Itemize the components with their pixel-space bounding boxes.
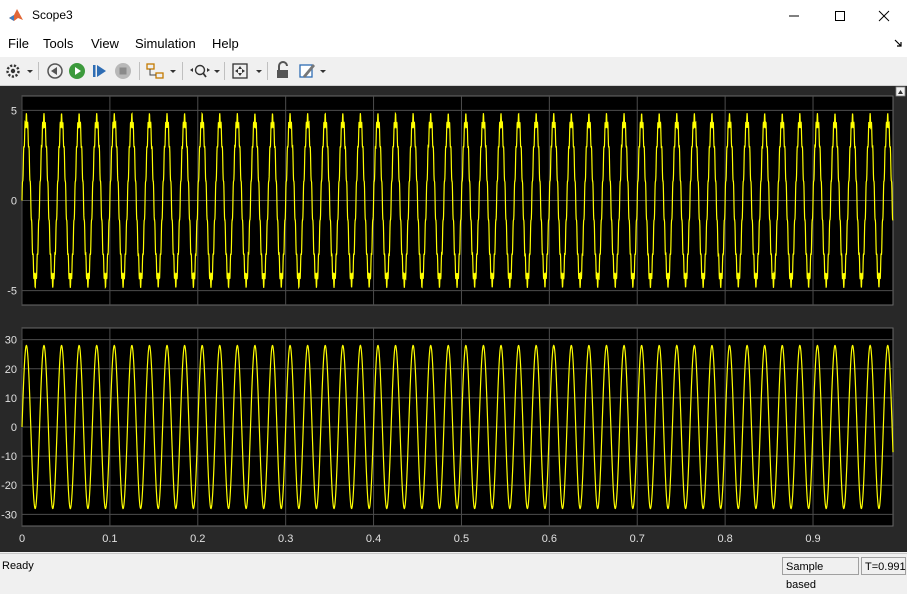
x-tick-label: 0.1 [102,533,117,545]
stop-button[interactable] [113,61,133,81]
scope-plots[interactable]: 50-53020100-10-20-300 0.1 0.2 0.3 0.4 0.5 0.6 0… [0,86,907,552]
menu-view[interactable]: View [91,36,119,51]
matlab-icon [9,9,23,21]
y-tick-label: -10 [1,451,17,463]
y-tick-label: 10 [5,393,17,405]
y-tick-label: -5 [7,286,17,298]
menu-tools[interactable]: Tools [43,36,73,51]
x-tick-label: 0.7 [630,533,645,545]
minimize-button[interactable] [771,0,817,31]
y-tick-label: 0 [11,196,17,208]
status-text: Ready [2,560,34,572]
fit-axes-button[interactable] [230,61,264,81]
x-tick-label: 0 [19,533,25,545]
close-icon [878,10,890,21]
y-tick-label: -30 [1,509,17,521]
x-tick-label: 0.3 [278,533,293,545]
scope-display: 5 0 -5 30 20 10 0 -10 -20 -30 0 0.1 0.2 0.3 0.4 0.5 0.6 0… [0,86,907,552]
menu-simulation[interactable]: Simulation [135,36,196,51]
y-tick-label: -20 [1,480,17,492]
sample-mode-indicator: Sample based [782,557,859,591]
run-icon [69,63,85,79]
lock-button[interactable] [273,61,293,81]
highlight-icon [146,63,176,79]
axes-2[interactable]: 3020100-10-20-300 0.1 0.2 0.3 0.4 0.5 0.6 0.7 0.… [1,327,894,545]
settings-icon [6,64,33,78]
menu-bar: File Tools View Simulation Help [0,31,907,57]
step-forward-icon [93,65,106,77]
y-tick-label: 5 [11,105,17,117]
zoom-button[interactable] [189,61,221,81]
y-tick-label: 20 [5,364,17,376]
menu-help[interactable]: Help [212,36,239,51]
status-bar: Ready Sample based T=0.991 [0,553,907,591]
lock-icon [277,61,288,78]
x-tick-label: 0.6 [542,533,557,545]
step-forward-button[interactable] [90,61,110,81]
menu-file[interactable]: File [8,36,29,51]
stop-icon [115,63,131,79]
maximize-icon [835,10,845,21]
toolbar [0,57,907,86]
x-tick-label: 0.4 [366,533,381,545]
axes-1[interactable]: 5 0 -5 [7,95,894,306]
maximize-button[interactable] [817,0,863,31]
x-tick-label: 0.9 [805,533,820,545]
step-back-icon [47,63,63,79]
window-title: Scope3 [32,8,73,22]
zoom-icon [190,64,220,78]
x-tick-label: 0.5 [454,533,469,545]
minimize-icon [789,15,799,16]
undock-axes-icon[interactable] [895,86,906,97]
highlight-button[interactable] [145,61,177,81]
x-tick-label: 0.2 [190,533,205,545]
y-tick-label: 30 [5,335,17,347]
style-icon [299,64,326,78]
close-button[interactable] [861,0,907,31]
title-bar: Scope3 [0,0,907,31]
undock-arrow-icon[interactable] [894,39,903,48]
settings-button[interactable] [4,61,34,81]
fit-axes-icon [232,63,262,79]
run-button[interactable] [67,61,87,81]
y-tick-label: 0 [11,422,17,434]
x-tick-label: 0.8 [717,533,732,545]
style-button[interactable] [297,61,331,81]
step-back-button[interactable] [45,61,65,81]
simulation-time: T=0.991 [861,557,906,575]
